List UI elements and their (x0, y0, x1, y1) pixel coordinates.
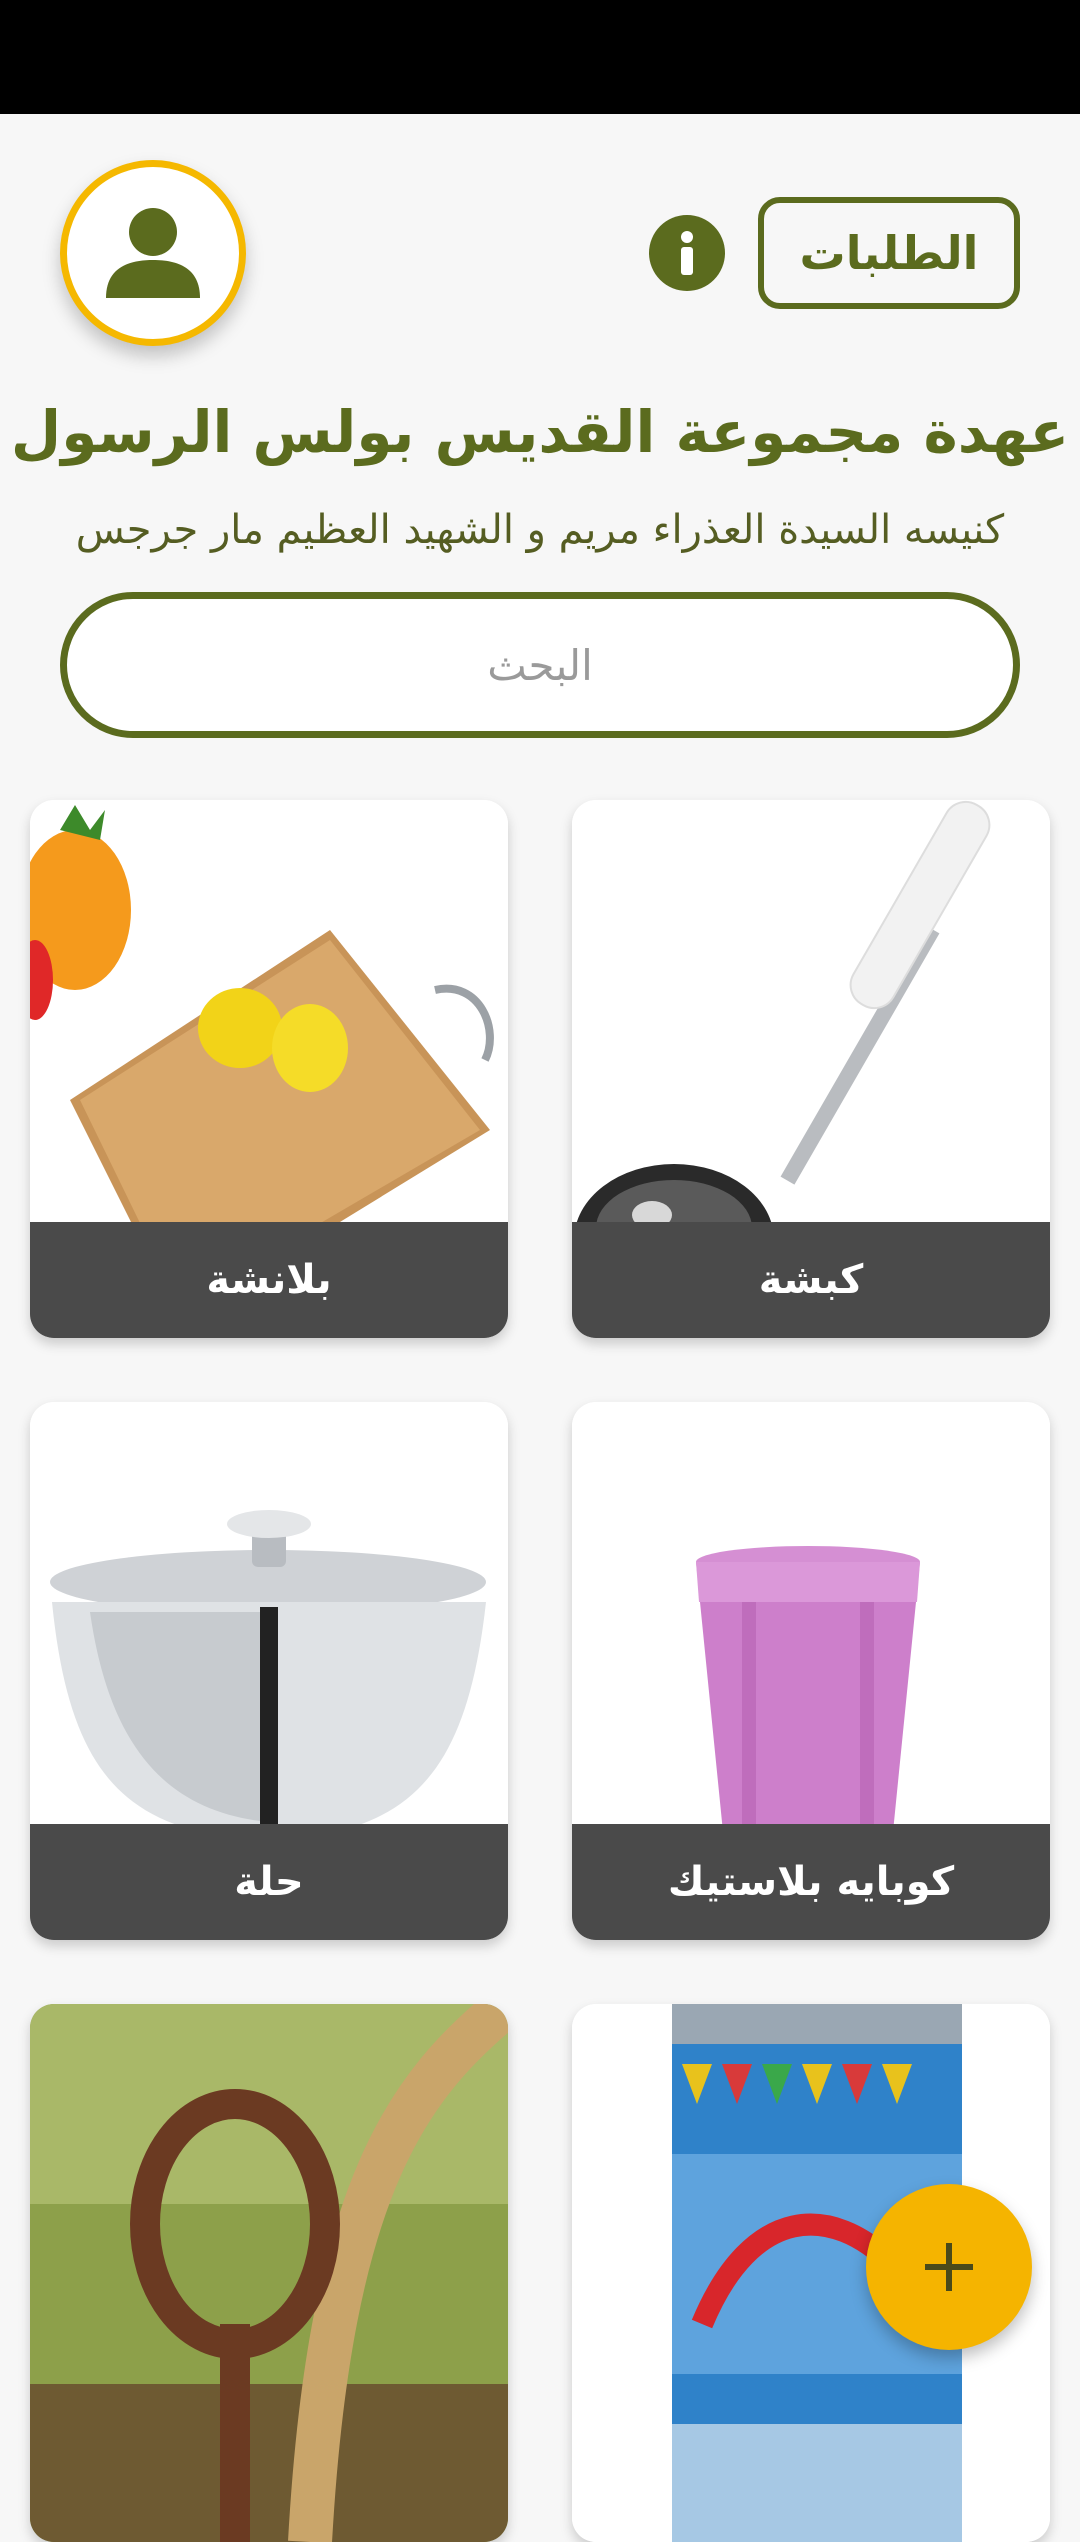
rope-stake-image (30, 2004, 508, 2542)
header: الطلبات عهدة مجموعة القديس بولس الرسول ك… (0, 114, 1080, 754)
profile-avatar-button[interactable] (60, 160, 246, 346)
item-card-rope-stake[interactable] (30, 2004, 508, 2542)
item-card-cutting-board[interactable]: بلانشة (30, 800, 508, 1338)
item-label: بلانشة (30, 1222, 508, 1338)
add-item-button[interactable] (866, 2184, 1032, 2350)
item-label: كبشة (572, 1222, 1050, 1338)
item-card-plastic-cup[interactable]: كوبايه بلاستيك (572, 1402, 1050, 1940)
info-icon (681, 231, 693, 275)
plus-icon (925, 2243, 973, 2291)
item-card-cooking-pot[interactable]: حلة (30, 1402, 508, 1940)
search-input[interactable]: البحث (60, 592, 1020, 738)
user-icon (106, 208, 200, 298)
info-button[interactable] (649, 215, 725, 291)
item-card-ladle[interactable]: كبشة (572, 800, 1050, 1338)
item-label: كوبايه بلاستيك (572, 1824, 1050, 1940)
orders-button[interactable]: الطلبات (758, 197, 1020, 309)
status-bar (0, 0, 1080, 114)
page-title: عهدة مجموعة القديس بولس الرسول (10, 398, 1070, 466)
page-subtitle: كنيسه السيدة العذراء مريم و الشهيد العظي… (75, 507, 1005, 553)
item-label: حلة (30, 1824, 508, 1940)
